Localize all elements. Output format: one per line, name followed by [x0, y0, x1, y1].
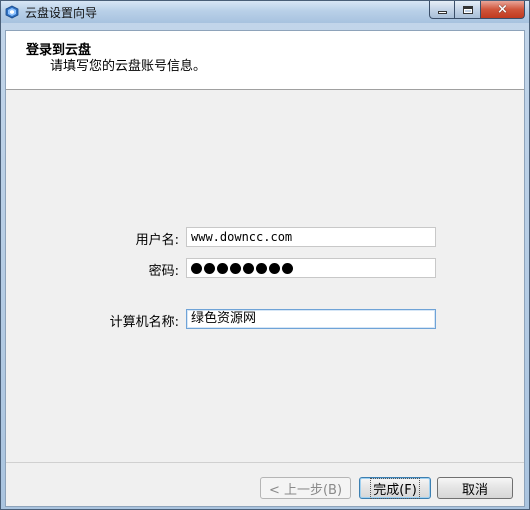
password-mask — [191, 260, 431, 276]
password-dot — [256, 262, 267, 274]
password-dot — [204, 262, 215, 274]
password-row: 密码: — [6, 258, 524, 279]
window-controls: × — [429, 1, 525, 19]
window-title: 云盘设置向导 — [25, 6, 98, 20]
cancel-button[interactable]: 取消 — [437, 477, 513, 499]
password-dot — [243, 262, 254, 274]
wizard-window: 云盘设置向导 × 登录到云盘 请填写您的云盘账号信息。 用户名: www.dow… — [0, 0, 530, 510]
computer-name-row: 计算机名称: 绿色资源网 — [6, 309, 524, 330]
password-dot — [269, 262, 280, 274]
password-dot — [217, 262, 228, 274]
computer-name-field[interactable]: 绿色资源网 — [186, 309, 436, 329]
finish-button-label: 完成(F) — [370, 477, 420, 499]
password-dot — [191, 262, 202, 274]
password-dot — [282, 262, 293, 274]
title-bar[interactable]: 云盘设置向导 × — [1, 1, 529, 23]
username-field[interactable]: www.downcc.com — [186, 227, 436, 247]
password-dot — [230, 262, 241, 274]
finish-button[interactable]: 完成(F) — [359, 477, 431, 499]
back-button[interactable]: < 上一步(B) — [260, 477, 351, 499]
password-label: 密码: — [148, 264, 179, 279]
maximize-icon — [462, 5, 473, 14]
button-separator — [6, 462, 524, 463]
password-field[interactable] — [186, 258, 436, 278]
cloud-app-icon — [5, 5, 19, 19]
minimize-button[interactable] — [429, 1, 455, 19]
minimize-icon — [437, 11, 447, 14]
username-label: 用户名: — [135, 233, 179, 248]
maximize-button[interactable] — [455, 1, 481, 19]
close-button[interactable]: × — [481, 1, 525, 19]
close-icon: × — [497, 2, 508, 17]
wizard-client-area: 登录到云盘 请填写您的云盘账号信息。 用户名: www.downcc.com 密… — [5, 30, 525, 507]
wizard-header: 登录到云盘 请填写您的云盘账号信息。 — [6, 31, 524, 90]
computer-name-label: 计算机名称: — [109, 315, 179, 330]
username-row: 用户名: www.downcc.com — [6, 227, 524, 248]
page-subtitle: 请填写您的云盘账号信息。 — [50, 59, 207, 74]
